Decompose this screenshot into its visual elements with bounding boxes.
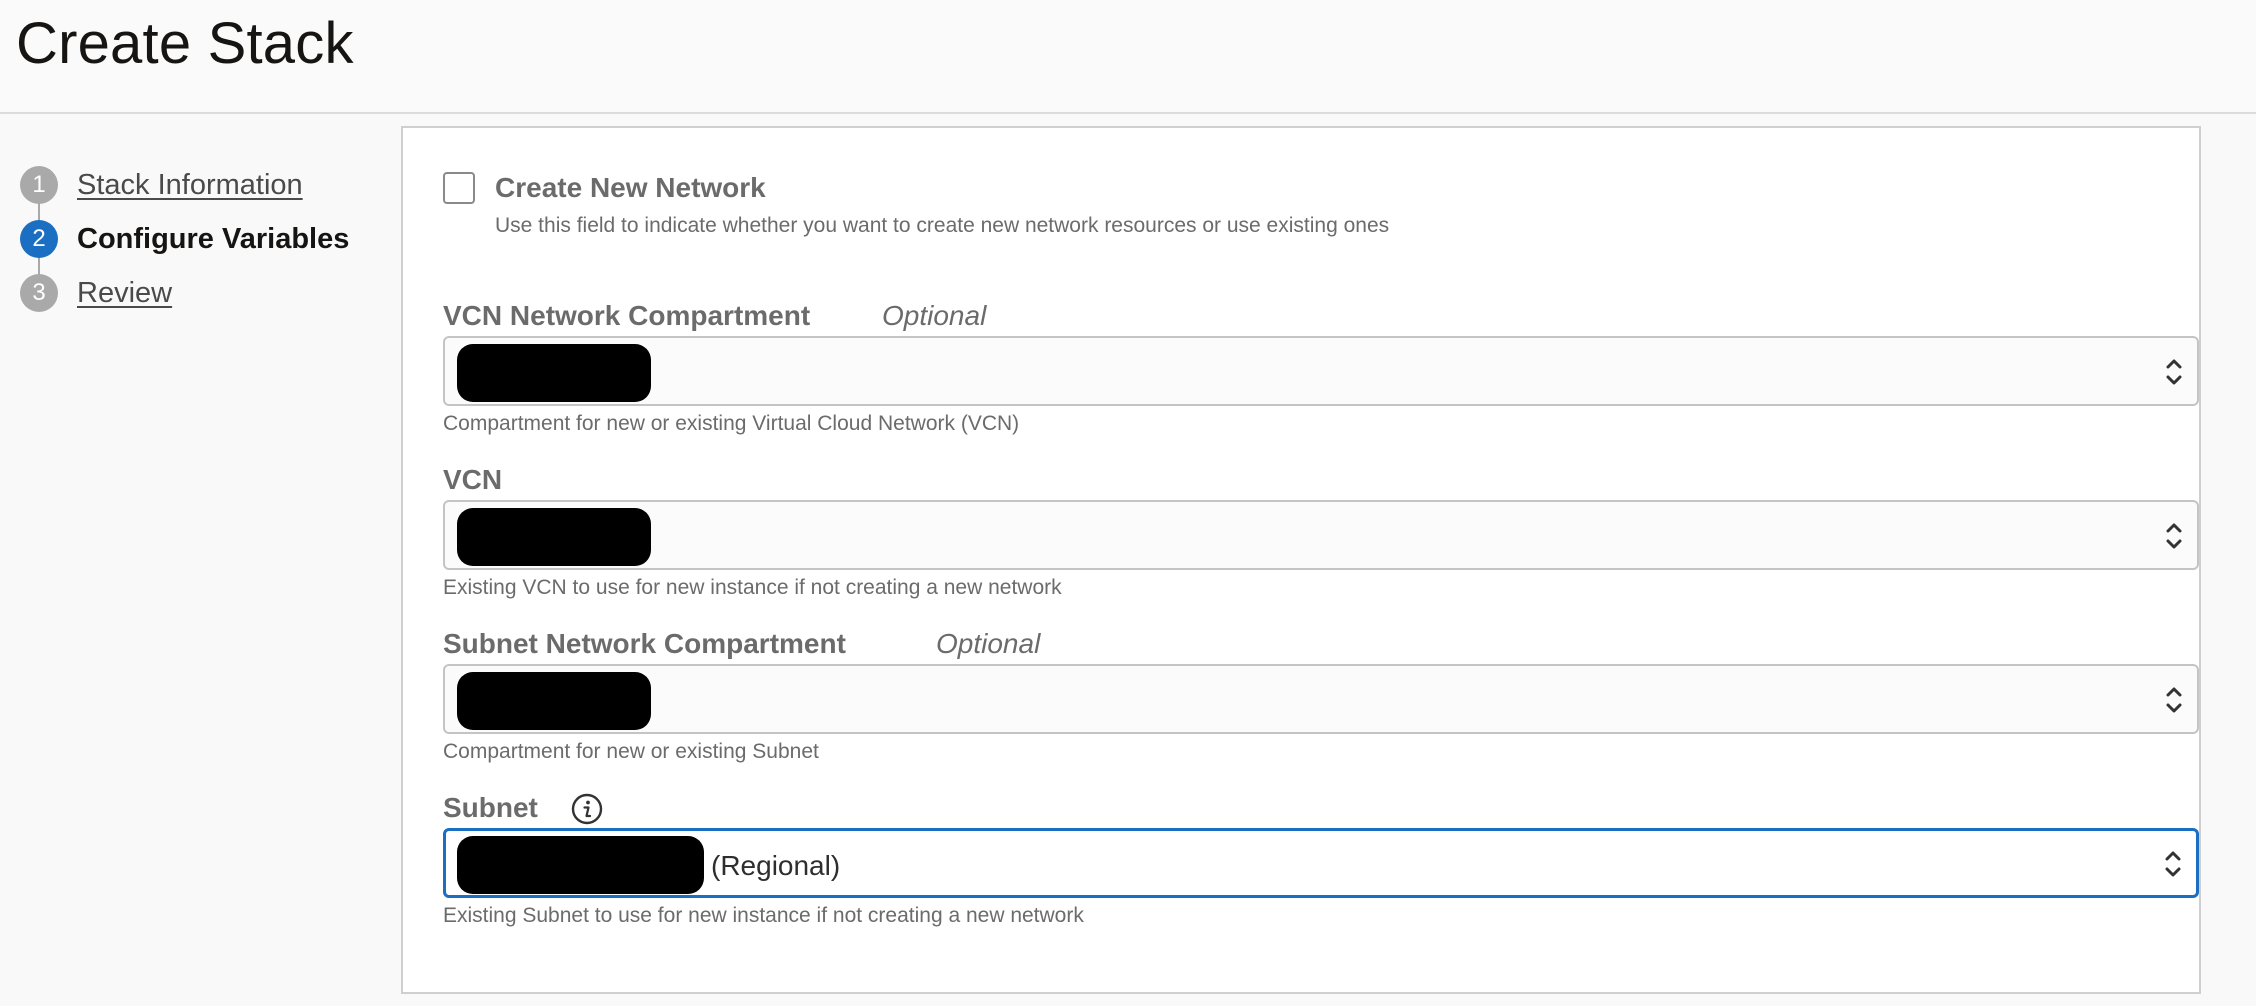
wizard-steps: 1 Stack Information 2 Configure Variable… bbox=[20, 158, 349, 320]
step-stack-information[interactable]: 1 Stack Information bbox=[20, 158, 349, 212]
redacted-value bbox=[457, 672, 651, 730]
redacted-value bbox=[457, 508, 651, 566]
step-label-configure-variables: Configure Variables bbox=[77, 222, 350, 255]
select-arrows-icon bbox=[2166, 523, 2182, 549]
vcn-label: VCN bbox=[443, 464, 503, 495]
subnet-value-suffix: (Regional) bbox=[711, 850, 841, 881]
subnet-compartment-help: Compartment for new or existing Subnet bbox=[443, 740, 819, 763]
redacted-value bbox=[457, 836, 704, 894]
step-review[interactable]: 3 Review bbox=[20, 266, 349, 320]
create-network-label[interactable]: Create New Network bbox=[495, 172, 766, 204]
vcn-compartment-help: Compartment for new or existing Virtual … bbox=[443, 412, 1020, 435]
step-number-1: 1 bbox=[20, 166, 58, 204]
redacted-value bbox=[457, 344, 651, 402]
subnet-compartment-select[interactable] bbox=[443, 664, 2199, 734]
step-connector bbox=[38, 203, 40, 221]
step-number-2: 2 bbox=[20, 220, 58, 258]
vcn-compartment-label: VCN Network Compartment bbox=[443, 300, 811, 331]
create-network-checkbox[interactable] bbox=[443, 172, 475, 204]
select-arrows-icon bbox=[2166, 687, 2182, 713]
info-icon[interactable] bbox=[571, 793, 603, 825]
vcn-compartment-select[interactable] bbox=[443, 336, 2199, 406]
subnet-select[interactable]: (Regional) bbox=[443, 828, 2199, 898]
select-arrows-icon bbox=[2166, 359, 2182, 385]
create-network-help: Use this field to indicate whether you w… bbox=[495, 214, 1390, 237]
page-title: Create Stack bbox=[16, 11, 354, 76]
step-label-review[interactable]: Review bbox=[77, 277, 172, 310]
page-header: Create Stack bbox=[0, 0, 2256, 114]
subnet-help: Existing Subnet to use for new instance … bbox=[443, 904, 1084, 927]
subnet-compartment-label: Subnet Network Compartment bbox=[443, 628, 846, 659]
vcn-help: Existing VCN to use for new instance if … bbox=[443, 576, 1062, 599]
step-number-3: 3 bbox=[20, 274, 58, 312]
select-arrows-icon bbox=[2165, 851, 2181, 877]
step-label-stack-information[interactable]: Stack Information bbox=[77, 169, 303, 202]
subnet-compartment-optional-tag: Optional bbox=[936, 628, 1041, 659]
subnet-label: Subnet bbox=[443, 792, 538, 823]
vcn-compartment-optional-tag: Optional bbox=[882, 300, 987, 331]
step-connector bbox=[38, 257, 40, 275]
vcn-select[interactable] bbox=[443, 500, 2199, 570]
step-configure-variables[interactable]: 2 Configure Variables bbox=[20, 212, 349, 266]
